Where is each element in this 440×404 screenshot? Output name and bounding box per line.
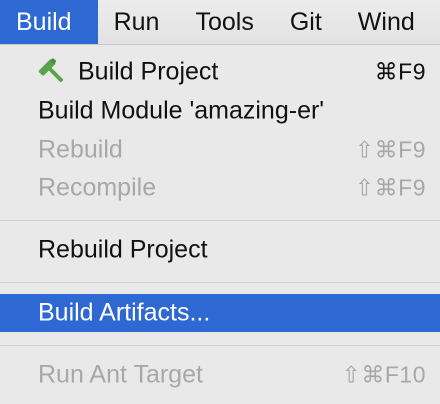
menubar-build[interactable]: Build [0,0,98,44]
menu-item-build-module[interactable]: Build Module 'amazing-er' [0,92,440,130]
menubar-build-label: Build [16,7,72,36]
menu-item-shortcut: ⇧⌘F10 [341,361,426,388]
menu-item-rebuild-project[interactable]: Rebuild Project [0,231,440,269]
menu-bar: Build Run Tools Git Wind [0,0,440,45]
menu-item-recompile: Recompile ⇧⌘F9 [0,169,440,207]
menu-item-label: Build Project [78,57,219,86]
menu-item-shortcut: ⌘F9 [374,58,426,85]
menubar-run[interactable]: Run [98,0,180,44]
menu-item-run-ant-target: Run Ant Target ⇧⌘F10 [0,356,440,394]
hammer-icon [38,58,64,83]
build-menu-dropdown: Build Project ⌘F9 Build Module 'amazing-… [0,45,440,404]
menu-item-build-artifacts[interactable]: Build Artifacts... [0,294,440,332]
menubar-window-label: Wind [357,7,415,36]
menubar-git-label: Git [289,7,322,36]
menu-item-label: Rebuild Project [38,235,208,264]
menubar-tools-label: Tools [195,7,254,36]
menu-item-label: Build Artifacts... [38,298,211,327]
menu-item-label: Build Module 'amazing-er' [38,96,325,125]
menubar-tools[interactable]: Tools [179,0,273,44]
menu-item-shortcut: ⇧⌘F9 [354,136,426,163]
menu-item-rebuild: Rebuild ⇧⌘F9 [0,131,440,169]
menu-item-shortcut: ⇧⌘F9 [354,174,426,201]
menu-item-build-project[interactable]: Build Project ⌘F9 [0,53,440,91]
menubar-git[interactable]: Git [274,0,342,44]
menu-separator [0,220,440,221]
menu-item-label: Recompile [38,173,157,202]
menu-separator [0,345,440,346]
menu-item-label: Rebuild [38,135,123,164]
menubar-window[interactable]: Wind [342,0,435,44]
menubar-run-label: Run [113,7,160,36]
menu-separator [0,282,440,283]
menu-item-label: Run Ant Target [38,360,203,389]
